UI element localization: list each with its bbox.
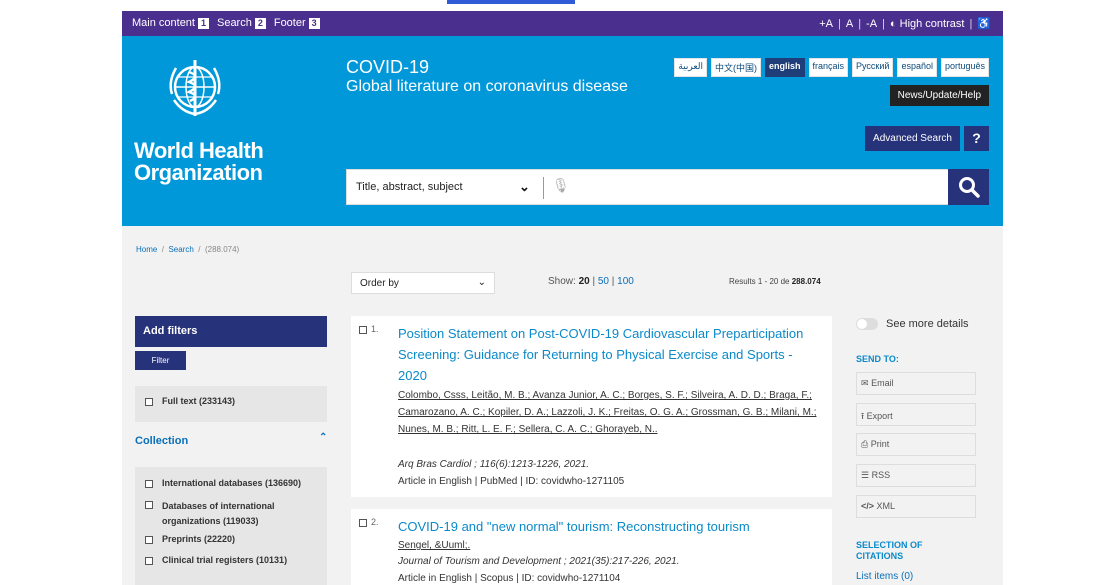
lang-en[interactable]: english [765, 58, 805, 77]
breadcrumb: Home / Search / (288.074) [136, 245, 240, 254]
page-subtitle: Global literature on coronavirus disease [346, 78, 628, 95]
envelope-icon: ✉ [861, 378, 869, 388]
page-size-50[interactable]: 50 [598, 276, 609, 287]
top-bar: Main content 1 Search 2 Footer 3 +A | A | -A |… [0, 0, 1103, 36]
result-authors[interactable]: Colombo, Csss, Leitão, M. B.; Avanza Jun… [398, 387, 823, 438]
filter-collection-item[interactable]: Preprints (22220) [145, 534, 235, 544]
filter-collection-item[interactable]: Databases of international organizations… [145, 499, 315, 529]
collection-filter-box: International databases (136690) Databas… [135, 467, 327, 585]
checkbox[interactable] [145, 557, 153, 565]
email-button[interactable]: ✉ Email [856, 372, 976, 395]
xml-button[interactable]: </> XML [856, 495, 976, 518]
header: World Health Organization COVID-19 Globa… [122, 36, 1003, 226]
see-more-details-toggle[interactable]: See more details [856, 318, 969, 330]
news-update-help-button[interactable]: News/Update/Help [889, 85, 989, 106]
checkbox[interactable] [145, 501, 153, 509]
checkbox[interactable] [145, 536, 153, 544]
result-title[interactable]: COVID-19 and "new normal" tourism: Recon… [398, 516, 823, 537]
search-icon [958, 177, 980, 198]
order-by-select[interactable]: Order by ⌄ [351, 272, 495, 294]
filter-collection-item[interactable]: International databases (136690) [145, 478, 301, 488]
breadcrumb-home[interactable]: Home [136, 245, 157, 254]
font-normal-button[interactable]: A [846, 18, 853, 30]
who-emblem-icon [169, 60, 221, 116]
chevron-down-icon: ⌄ [477, 277, 486, 288]
upload-icon: ⭱ [861, 411, 865, 421]
result-meta: Article in English | PubMed | ID: covidw… [398, 476, 625, 487]
page-title: COVID-19 [346, 57, 430, 77]
search-type-select[interactable]: Title, abstract, subject [356, 181, 463, 193]
full-text-filter-box: Full text (233143) [135, 386, 327, 422]
list-items-link[interactable]: List items (0) [856, 571, 913, 582]
search-button[interactable] [948, 169, 989, 205]
page-size-selector: Show: 20 | 50 | 100 [548, 276, 634, 287]
lang-ru[interactable]: Русский [852, 58, 894, 77]
lang-fr[interactable]: français [808, 58, 849, 77]
export-button[interactable]: ⭱ Export [856, 403, 976, 426]
checkbox[interactable] [359, 326, 367, 334]
page-size-current: 20 [578, 276, 590, 287]
breadcrumb-search[interactable]: Search [168, 245, 193, 254]
results-count: Results 1 - 20 de 288.074 [729, 277, 821, 286]
lang-es[interactable]: español [897, 58, 937, 77]
chevron-up-icon[interactable]: ⌃ [319, 432, 327, 443]
result-item: 2. COVID-19 and "new normal" tourism: Re… [351, 509, 832, 585]
result-meta: Article in English | Scopus | ID: covidw… [398, 573, 621, 584]
search-link[interactable]: Search 2 [217, 17, 266, 29]
divider [543, 177, 544, 199]
lang-pt[interactable]: português [940, 58, 989, 77]
page-size-100[interactable]: 100 [617, 276, 634, 287]
result-authors[interactable]: Sengel, &Uuml;. [398, 537, 823, 554]
add-filters-header[interactable]: Add filters [135, 316, 327, 347]
selection-of-citations-heading: SELECTION OF CITATIONS [856, 540, 923, 561]
result-journal: Journal of Tourism and Development ; 202… [398, 556, 680, 567]
result-journal: Arq Bras Cardiol ; 116(6):1213-1226, 202… [398, 459, 590, 470]
collection-title[interactable]: Collection [135, 435, 188, 447]
checkbox[interactable] [359, 519, 367, 527]
accessibility-icon[interactable]: ♿ [977, 17, 991, 30]
code-icon: </> [861, 501, 875, 511]
send-to-heading: SEND TO: [856, 354, 899, 364]
chevron-down-icon[interactable]: ⌄ [519, 179, 530, 195]
lang-zh[interactable]: 中文(中国) [711, 58, 761, 77]
font-increase-button[interactable]: +A [819, 18, 833, 30]
rss-button[interactable]: ☰ RSS [856, 464, 976, 487]
who-logo[interactable]: World Health Organization [134, 54, 274, 184]
result-item: 1. Position Statement on Post-COVID-19 C… [351, 316, 832, 497]
result-number: 1. [371, 324, 379, 334]
result-number: 2. [371, 517, 379, 527]
rss-icon: ☰ [861, 470, 870, 480]
main-content: Home / Search / (288.074) Order by ⌄ Sho… [122, 226, 1003, 585]
contrast-icon: ◐ [889, 17, 897, 30]
skip-link-indicator [447, 0, 575, 4]
checkbox[interactable] [145, 398, 153, 406]
brand-line-2: Organization [134, 160, 263, 185]
brand-line-1: World Health [134, 138, 264, 163]
filter-collection-item[interactable]: Clinical trial registers (10131) [145, 555, 287, 565]
language-selector: العربية 中文(中国) english français Русский … [674, 58, 989, 77]
toggle-switch[interactable] [856, 318, 878, 330]
result-title[interactable]: Position Statement on Post-COVID-19 Card… [398, 323, 823, 386]
footer-link[interactable]: Footer 3 [274, 17, 320, 29]
font-decrease-button[interactable]: -A [866, 18, 877, 30]
breadcrumb-count: (288.074) [204, 245, 240, 254]
search-bar: Title, abstract, subject ⌄ 🎙 [346, 169, 989, 205]
filter-button[interactable]: Filter [135, 351, 186, 370]
high-contrast-button[interactable]: ◐ High contrast [890, 18, 965, 30]
filter-full-text[interactable]: Full text (233143) [145, 396, 235, 406]
print-button[interactable]: ⎙ Print [856, 433, 976, 456]
advanced-search-button[interactable]: Advanced Search [865, 126, 960, 151]
help-button[interactable]: ? [964, 126, 989, 151]
lang-ar[interactable]: العربية [674, 58, 707, 77]
printer-icon: ⎙ [861, 439, 869, 449]
accessibility-bar: Main content 1 Search 2 Footer 3 +A | A | -A |… [122, 11, 1003, 36]
microphone-icon[interactable]: 🎙 [552, 177, 570, 194]
main-content-link[interactable]: Main content 1 [132, 17, 209, 29]
checkbox[interactable] [145, 480, 153, 488]
